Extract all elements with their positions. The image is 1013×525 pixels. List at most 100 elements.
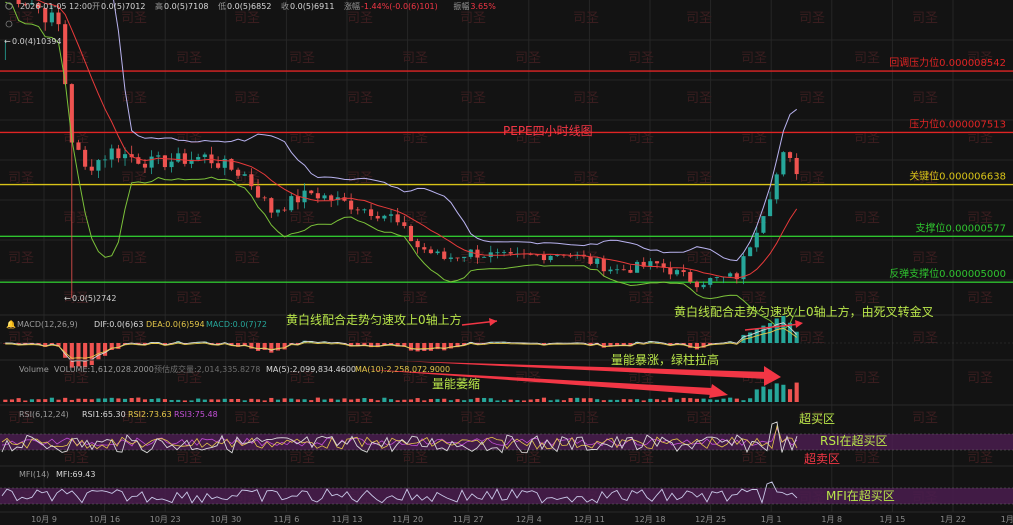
candle-body[interactable]: [688, 272, 693, 282]
candle-body[interactable]: [142, 163, 148, 168]
candle-body[interactable]: [176, 153, 181, 162]
candle-body[interactable]: [408, 225, 414, 242]
candle-body[interactable]: [169, 161, 174, 168]
candle-body[interactable]: [761, 216, 766, 233]
candle-body[interactable]: [262, 197, 267, 199]
candle-body[interactable]: [269, 198, 274, 213]
candle-body[interactable]: [156, 155, 161, 157]
candle-body[interactable]: [787, 152, 793, 158]
candle-body[interactable]: [149, 156, 154, 168]
candle-body[interactable]: [448, 257, 453, 259]
candle-body[interactable]: [435, 251, 440, 254]
watermark-text: 司圣: [460, 411, 486, 426]
candle-body[interactable]: [415, 241, 420, 248]
candle-body[interactable]: [468, 249, 473, 257]
volume-bar: [169, 400, 174, 402]
candle-body[interactable]: [315, 193, 320, 199]
candle-body[interactable]: [309, 190, 314, 194]
candle-body[interactable]: [748, 247, 753, 257]
watermark-text: 司圣: [121, 171, 147, 186]
candle-body[interactable]: [122, 154, 128, 159]
candle-body[interactable]: [388, 214, 394, 216]
candle-body[interactable]: [96, 160, 101, 171]
candle-body[interactable]: [382, 215, 387, 219]
candle-body[interactable]: [49, 12, 54, 23]
candle-body[interactable]: [349, 200, 354, 210]
bell-icon[interactable]: 🔔: [6, 320, 16, 329]
candle-body[interactable]: [728, 273, 733, 277]
candle-body[interactable]: [668, 267, 673, 275]
candle-body[interactable]: [216, 163, 221, 168]
candle-body[interactable]: [329, 195, 334, 201]
candle-body[interactable]: [442, 251, 447, 259]
candle-body[interactable]: [56, 12, 61, 25]
candle-body[interactable]: [588, 256, 593, 264]
candle-body[interactable]: [595, 258, 600, 264]
candle-body[interactable]: [462, 256, 467, 259]
candle-body[interactable]: [754, 232, 759, 248]
candle-body[interactable]: [236, 169, 241, 176]
candle-body[interactable]: [674, 270, 680, 275]
candle-body[interactable]: [654, 261, 660, 264]
candle-body[interactable]: [681, 270, 686, 273]
candle-body[interactable]: [774, 174, 779, 200]
candle-body[interactable]: [548, 255, 553, 261]
candle-body[interactable]: [768, 199, 773, 217]
candle-body[interactable]: [355, 209, 360, 211]
candle-body[interactable]: [701, 284, 706, 288]
candle-body[interactable]: [794, 157, 799, 175]
candle-body[interactable]: [282, 209, 287, 211]
candle-body[interactable]: [428, 249, 433, 254]
candle-body[interactable]: [249, 174, 254, 187]
candle-body[interactable]: [601, 258, 606, 272]
candle-body[interactable]: [395, 214, 400, 223]
price-panel[interactable]: 回调压力位0.000008542 压力位0.000007513 关键位0.00000…: [0, 0, 1013, 331]
candle-body[interactable]: [103, 159, 108, 161]
candle-body[interactable]: [375, 215, 380, 219]
candle-body[interactable]: [83, 149, 88, 167]
candle-body[interactable]: [182, 153, 187, 164]
candle-body[interactable]: [275, 209, 281, 213]
candle-body[interactable]: [714, 277, 719, 279]
candle-body[interactable]: [781, 152, 786, 175]
candle-body[interactable]: [482, 257, 487, 258]
candle-body[interactable]: [708, 278, 713, 285]
candle-body[interactable]: [242, 174, 247, 176]
candle-body[interactable]: [196, 157, 201, 160]
candle-body[interactable]: [289, 196, 294, 211]
volume-bar: [588, 398, 593, 402]
candle-body[interactable]: [621, 269, 626, 271]
volume-bar: [455, 399, 460, 402]
candle-body[interactable]: [76, 142, 81, 150]
candle-body[interactable]: [402, 222, 407, 226]
candle-body[interactable]: [162, 155, 167, 168]
candle-body[interactable]: [455, 257, 460, 259]
volume-bar: [502, 400, 507, 402]
macd-panel[interactable]: 🔔 MACD(12,26,9) DIF:0.0(6)63 DEA:0.0(6)5…: [0, 304, 1013, 368]
candle-body[interactable]: [422, 247, 427, 250]
candle-body[interactable]: [116, 148, 121, 159]
candle-body[interactable]: [608, 269, 613, 272]
candle-body[interactable]: [362, 209, 367, 211]
candle-body[interactable]: [89, 166, 94, 171]
candle-body[interactable]: [202, 154, 207, 158]
candle-body[interactable]: [635, 261, 640, 273]
candle-body[interactable]: [615, 269, 620, 271]
chart-stage[interactable]: 司圣 司圣 司圣 司圣 司圣 司圣 司圣 司圣 司圣司圣 司圣 司圣 司圣 司圣 司圣 司圣 司圣 司圣司圣 司圣…: [0, 0, 1013, 525]
candle-body[interactable]: [541, 254, 547, 261]
candle-body[interactable]: [488, 252, 493, 258]
volume-bar: [395, 400, 400, 402]
candle-body[interactable]: [508, 252, 513, 254]
candle-body[interactable]: [369, 209, 374, 216]
volume-bar: [269, 397, 274, 402]
candle-body[interactable]: [302, 190, 307, 203]
candle-body[interactable]: [694, 281, 699, 288]
candle-body[interactable]: [255, 186, 261, 198]
mfi-panel[interactable]: MFI(14) MFI:69.43 MFI在超买区: [0, 465, 1013, 505]
candle-body[interactable]: [502, 252, 507, 253]
candle-body[interactable]: [628, 269, 633, 273]
candle-body[interactable]: [495, 252, 500, 254]
watermark-text: 司圣: [289, 211, 315, 226]
candle-body[interactable]: [322, 195, 327, 199]
candle-body[interactable]: [109, 148, 114, 160]
